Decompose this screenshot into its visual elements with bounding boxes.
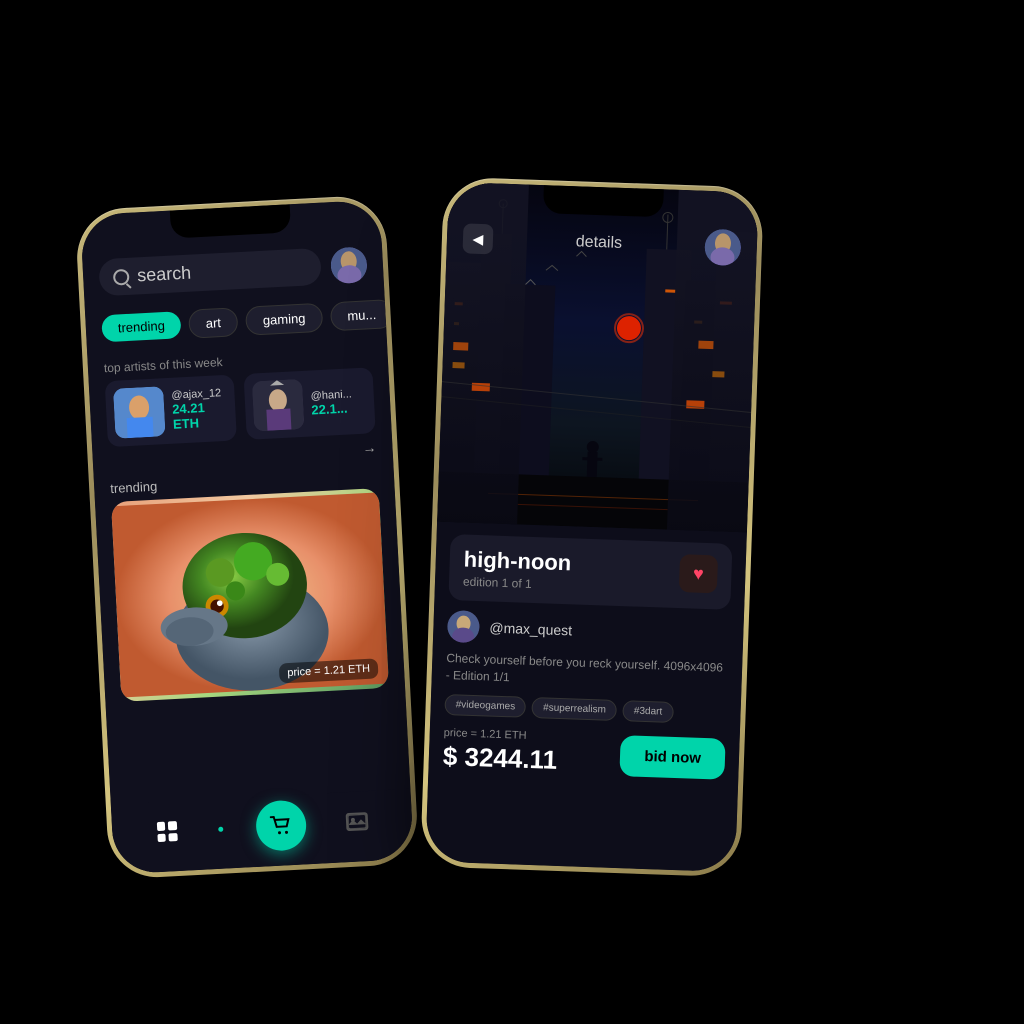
price-section: price = 1.21 ETH $ 3244.11 bid now <box>442 727 725 782</box>
tags-row: #videogames #superrealism #3dart <box>444 694 727 725</box>
back-icon: ◀ <box>472 230 483 247</box>
pill-gaming[interactable]: gaming <box>245 303 323 336</box>
search-icon <box>113 268 130 285</box>
nav-dot <box>218 826 223 831</box>
details-title: details <box>575 233 622 253</box>
user-avatar-left[interactable] <box>330 246 368 284</box>
artist-avatar-1 <box>113 386 166 439</box>
trending-image[interactable]: price = 1.21 ETH <box>111 488 389 702</box>
image-icon <box>346 812 369 831</box>
tag-superrealism[interactable]: #superrealism <box>532 697 617 721</box>
bid-button[interactable]: bid now <box>620 735 726 780</box>
creator-row: @max_quest <box>447 610 730 652</box>
artist-eth-2: 22.1... <box>311 400 353 417</box>
nft-title-section: high-noon edition 1 of 1 ♥ <box>448 534 732 610</box>
pill-art[interactable]: art <box>188 307 239 339</box>
creator-avatar <box>447 610 480 643</box>
artist-image-1 <box>113 386 166 439</box>
back-button[interactable]: ◀ <box>462 223 493 254</box>
nft-edition: edition 1 of 1 <box>463 575 571 593</box>
artist-avatar-2 <box>252 379 305 432</box>
pill-trending[interactable]: trending <box>101 311 181 342</box>
nft-description: Check yourself before you reck yourself.… <box>445 650 728 693</box>
nav-image-button[interactable] <box>339 803 377 841</box>
search-bar[interactable]: search <box>98 248 322 297</box>
price-eth-label: price = 1.21 ETH <box>444 727 559 743</box>
app-scene: search <box>62 62 962 962</box>
artist-info-2: @hani... 22.1... <box>310 388 352 417</box>
tag-videogames[interactable]: #videogames <box>444 694 526 718</box>
phone-right: ◀ details <box>420 177 764 878</box>
search-screen: search <box>80 200 414 875</box>
user-avatar-right[interactable] <box>704 229 741 266</box>
search-placeholder: search <box>137 263 192 287</box>
bottom-nav <box>111 789 414 875</box>
details-hero: ◀ details <box>437 182 759 533</box>
details-screen: ◀ details <box>425 182 759 872</box>
nft-title-info: high-noon edition 1 of 1 <box>463 547 572 593</box>
pill-music[interactable]: mu... <box>330 299 387 331</box>
cart-button[interactable] <box>255 799 308 852</box>
avatar-image <box>330 246 368 284</box>
price-info: price = 1.21 ETH $ 3244.11 <box>442 727 558 776</box>
nft-title: high-noon <box>463 547 571 577</box>
artist-info-1: @ajax_12 24.21 ETH <box>171 387 228 432</box>
artist-card-2[interactable]: @hani... 22.1... <box>243 367 375 440</box>
price-usd: $ 3244.11 <box>442 741 557 776</box>
artist-eth-1: 24.21 ETH <box>172 399 228 432</box>
nav-grid-button[interactable] <box>148 813 186 851</box>
notch-right <box>543 185 664 217</box>
artist-image-2 <box>252 379 305 432</box>
artist-card-1[interactable]: @ajax_12 24.21 ETH <box>105 374 237 447</box>
heart-button[interactable]: ♥ <box>679 554 718 593</box>
tag-3dart[interactable]: #3dart <box>623 700 674 723</box>
phone-left: search <box>75 194 420 879</box>
grid-icon <box>156 821 177 842</box>
creator-handle: @max_quest <box>489 619 572 638</box>
details-body: high-noon edition 1 of 1 ♥ <box>428 522 747 794</box>
